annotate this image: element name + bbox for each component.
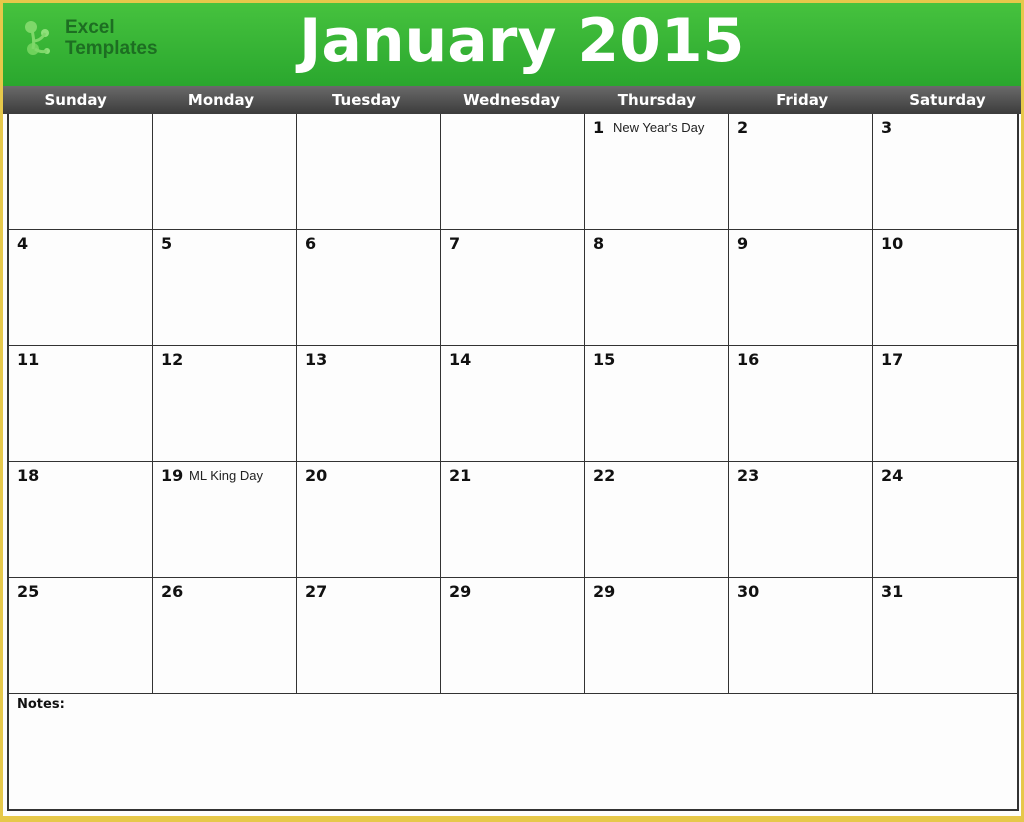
day-number: 1: [593, 118, 605, 137]
day-number: 7: [449, 234, 461, 253]
day-cell[interactable]: 21: [441, 462, 585, 578]
day-cell[interactable]: 20: [297, 462, 441, 578]
day-cell[interactable]: 15: [585, 346, 729, 462]
day-number: 2: [737, 118, 749, 137]
day-number: 30: [737, 582, 760, 601]
day-number: 25: [17, 582, 40, 601]
logo-text: Excel Templates: [65, 17, 158, 59]
day-number: 8: [593, 234, 605, 253]
day-number: 15: [593, 350, 616, 369]
day-number: 16: [737, 350, 760, 369]
day-number: 5: [161, 234, 173, 253]
calendar-grid: Notes: 1 New Year's Day 2 3 4 5 6 7 8 9 10 11 12 13 14…: [7, 114, 1019, 811]
month-title: January 2015: [299, 6, 745, 76]
day-number: 27: [305, 582, 328, 601]
day-number: 22: [593, 466, 616, 485]
day-number: 24: [881, 466, 904, 485]
logo-line-1: Excel: [65, 17, 115, 38]
day-cell[interactable]: 29: [585, 578, 729, 694]
day-cell[interactable]: 14: [441, 346, 585, 462]
day-cell[interactable]: 1 New Year's Day: [585, 114, 729, 230]
day-number: 17: [881, 350, 904, 369]
day-cell[interactable]: 31: [873, 578, 1017, 694]
day-cell[interactable]: 27: [297, 578, 441, 694]
day-number: 29: [449, 582, 472, 601]
day-cell[interactable]: 13: [297, 346, 441, 462]
day-cell[interactable]: 7: [441, 230, 585, 346]
day-cell[interactable]: 5: [153, 230, 297, 346]
day-number: 13: [305, 350, 328, 369]
holiday-label: New Year's Day: [613, 120, 705, 135]
day-cell[interactable]: [441, 114, 585, 230]
day-cell[interactable]: [153, 114, 297, 230]
day-cell[interactable]: [297, 114, 441, 230]
day-number: 6: [305, 234, 317, 253]
weekday-monday: Monday: [187, 91, 254, 109]
day-number: 9: [737, 234, 749, 253]
day-cell[interactable]: 24: [873, 462, 1017, 578]
day-cell[interactable]: 8: [585, 230, 729, 346]
day-cell[interactable]: 6: [297, 230, 441, 346]
day-number: 20: [305, 466, 328, 485]
day-cell[interactable]: 4: [9, 230, 153, 346]
day-cell[interactable]: 11: [9, 346, 153, 462]
day-cell[interactable]: 2: [729, 114, 873, 230]
day-cell[interactable]: 23: [729, 462, 873, 578]
holiday-label: ML King Day: [189, 468, 263, 483]
weekday-wednesday: Wednesday: [463, 91, 560, 109]
header-banner: Excel Templates January 2015: [3, 3, 1021, 86]
day-cell[interactable]: 19 ML King Day: [153, 462, 297, 578]
day-number: 14: [449, 350, 472, 369]
day-cell[interactable]: [9, 114, 153, 230]
excel-templates-logo: Excel Templates: [21, 15, 181, 65]
day-number: 4: [17, 234, 29, 253]
day-cell[interactable]: 25: [9, 578, 153, 694]
day-number: 18: [17, 466, 40, 485]
day-cell[interactable]: 12: [153, 346, 297, 462]
day-cell[interactable]: 16: [729, 346, 873, 462]
weekday-saturday: Saturday: [909, 91, 986, 109]
day-number: 11: [17, 350, 40, 369]
weekday-thursday: Thursday: [617, 91, 696, 109]
day-number: 21: [449, 466, 472, 485]
day-cell[interactable]: 3: [873, 114, 1017, 230]
weekday-header: Sunday Monday Tuesday Wednesday Thursday Frid…: [3, 86, 1021, 114]
day-cell[interactable]: 30: [729, 578, 873, 694]
notes-section[interactable]: Notes:: [9, 694, 1017, 809]
logo-line-2: Templates: [65, 38, 158, 59]
day-number: 31: [881, 582, 904, 601]
day-cell[interactable]: 18: [9, 462, 153, 578]
day-number: 19: [161, 466, 184, 485]
day-number: 10: [881, 234, 904, 253]
day-cell[interactable]: 10: [873, 230, 1017, 346]
day-number: 12: [161, 350, 184, 369]
day-number: 26: [161, 582, 184, 601]
day-number: 29: [593, 582, 616, 601]
day-cell[interactable]: 26: [153, 578, 297, 694]
day-cell[interactable]: 22: [585, 462, 729, 578]
weekday-tuesday: Tuesday: [331, 91, 401, 109]
day-number: 3: [881, 118, 893, 137]
weekday-friday: Friday: [776, 91, 829, 109]
day-cell[interactable]: 9: [729, 230, 873, 346]
calendar-page: Excel Templates January 2015 Sunday Monda…: [3, 3, 1021, 816]
logo-bubbles-icon: [25, 21, 50, 55]
day-cell[interactable]: 29: [441, 578, 585, 694]
day-number: 23: [737, 466, 760, 485]
day-cell[interactable]: 17: [873, 346, 1017, 462]
notes-label: Notes:: [17, 697, 65, 712]
weekday-sunday: Sunday: [44, 91, 107, 109]
